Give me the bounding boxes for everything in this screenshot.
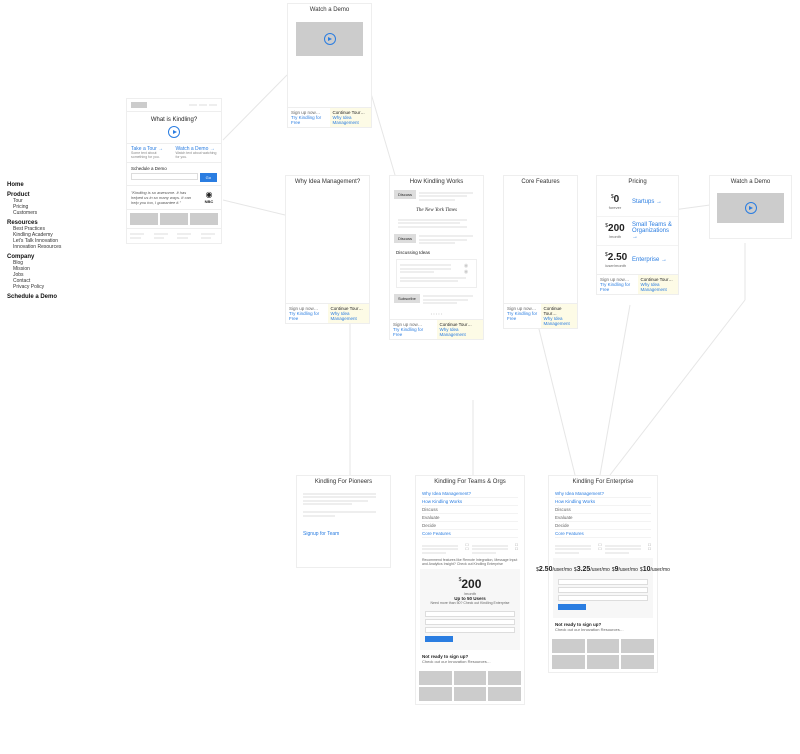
item-discuss: Discuss xyxy=(422,506,518,514)
signup-input[interactable] xyxy=(558,595,648,601)
not-ready-sub: Check out our Innovation Resources… xyxy=(422,659,518,664)
page-enterprise: Kindling For Enterprise Why Idea Managem… xyxy=(548,475,658,673)
resource-thumbs xyxy=(549,636,657,672)
tier1-price: 2.50 xyxy=(539,566,553,573)
enterprise-title: Kindling For Enterprise xyxy=(549,476,657,488)
play-icon[interactable] xyxy=(168,126,180,138)
page-how: How Kindling Works Discuss The New York … xyxy=(389,175,484,340)
page-watch-demo-right: Watch a Demo xyxy=(709,175,792,239)
link-why[interactable]: Why Idea Management? xyxy=(555,490,651,498)
page-home: What is Kindling? Take a Tour Some text … xyxy=(126,98,222,244)
discuss-chip-2: Discuss xyxy=(394,234,416,243)
why-title: Why Idea Management? xyxy=(286,176,369,188)
link-core[interactable]: Core Features xyxy=(555,530,651,538)
demo-video-placeholder[interactable] xyxy=(296,22,363,56)
try-free-link[interactable]: Try Kindling for Free xyxy=(393,327,434,337)
try-free-link[interactable]: Try Kindling for Free xyxy=(289,311,325,321)
item-decide: Decide xyxy=(555,522,651,530)
page-pricing: Pricing $0forever Startups $200/month Sm… xyxy=(596,175,679,295)
nav-home[interactable]: Home xyxy=(7,182,102,188)
try-free-link[interactable]: Try Kindling for Free xyxy=(291,115,327,125)
testimonial-attr: NBC xyxy=(201,199,217,204)
watch-demo-sub: Watch text about watching for you. xyxy=(176,152,218,160)
price-0: 0 xyxy=(614,194,620,205)
nav-customers[interactable]: Customers xyxy=(13,210,102,216)
sitemap-nav: Home Product Tour Pricing Customers Reso… xyxy=(7,178,102,300)
tier4-price: 10 xyxy=(643,566,651,573)
why-link[interactable]: Why Idea Management xyxy=(641,282,676,292)
signup-input[interactable] xyxy=(425,611,515,617)
page-teams-orgs: Kindling For Teams & Orgs Why Idea Manag… xyxy=(415,475,525,705)
signup-team-link[interactable]: Signup for Team xyxy=(303,531,339,537)
why-link[interactable]: Why Idea Management xyxy=(333,115,369,125)
signup-input[interactable] xyxy=(425,619,515,625)
page-core-features: Core Features Sign up now…Try Kindling f… xyxy=(503,175,578,329)
pricing-title: Pricing xyxy=(597,176,678,188)
signup-button[interactable] xyxy=(558,604,586,610)
play-icon xyxy=(745,202,757,214)
price-250: 2.50 xyxy=(608,252,627,263)
link-core[interactable]: Core Features xyxy=(422,530,518,538)
nav-privacy[interactable]: Privacy Policy xyxy=(13,284,102,290)
signup-button[interactable] xyxy=(425,636,453,642)
signup-input[interactable] xyxy=(558,587,648,593)
page-pioneers: Kindling For Pioneers Signup for Team xyxy=(296,475,391,568)
link-why[interactable]: Why Idea Management? xyxy=(422,490,518,498)
enterprise-link[interactable]: Enterprise xyxy=(632,257,674,263)
teams-price: 200 xyxy=(461,577,481,591)
signup-input[interactable] xyxy=(425,627,515,633)
nav-innovation-resources[interactable]: Innovation Resources xyxy=(13,244,102,250)
discussing-label: Discussing Ideas xyxy=(390,248,483,257)
item-decide: Decide xyxy=(422,522,518,530)
link-how[interactable]: How Kindling Works xyxy=(555,498,651,506)
not-ready-sub: Check out our Innovation Resources… xyxy=(555,627,651,632)
pioneers-title: Kindling For Pioneers xyxy=(297,476,390,488)
logo-placeholder xyxy=(131,102,147,108)
item-discuss: Discuss xyxy=(555,506,651,514)
demo-top-footer: Sign up now…Try Kindling for Free Contin… xyxy=(288,107,371,127)
why-link[interactable]: Why Idea Management xyxy=(544,316,575,326)
press-logo: The New York Times xyxy=(390,204,483,217)
try-free-link[interactable]: Try Kindling for Free xyxy=(507,311,538,321)
schedule-input[interactable] xyxy=(131,173,198,180)
core-title: Core Features xyxy=(504,176,577,188)
page-why: Why Idea Management? Sign up now…Try Kin… xyxy=(285,175,370,324)
recommend-text: Recommend features like Remote Integrati… xyxy=(422,558,518,566)
price-200: 200 xyxy=(608,223,625,234)
testimonial-quote: "Kindling is so awesome. It has helped u… xyxy=(131,190,198,205)
link-how[interactable]: How Kindling Works xyxy=(422,498,518,506)
signup-input[interactable] xyxy=(558,579,648,585)
how-title: How Kindling Works xyxy=(390,176,483,188)
try-free-link[interactable]: Try Kindling for Free xyxy=(600,282,635,292)
nav-schedule-demo[interactable]: Schedule a Demo xyxy=(7,294,102,300)
home-heading: What is Kindling? xyxy=(132,117,216,123)
schedule-label: Schedule a Demo xyxy=(131,166,217,171)
item-evaluate: Evaluate xyxy=(422,514,518,522)
go-button[interactable]: Go xyxy=(200,173,217,182)
teams-title: Kindling For Teams & Orgs xyxy=(416,476,524,488)
subscribe-chip: Subscribe xyxy=(394,294,420,303)
demo-top-title: Watch a Demo xyxy=(288,4,371,16)
startups-link[interactable]: Startups xyxy=(632,199,674,205)
teams-link[interactable]: Small Teams & Organizations xyxy=(632,222,674,240)
teams-price-note: Need more than 50? Check out Kindling En… xyxy=(427,601,513,605)
why-link[interactable]: Why Idea Management xyxy=(331,311,367,321)
connector-lines xyxy=(0,0,800,754)
page-watch-demo-top: Watch a Demo Sign up now…Try Kindling fo… xyxy=(287,3,372,128)
play-icon xyxy=(324,33,336,45)
demo-video-placeholder[interactable] xyxy=(717,193,784,223)
tier2-price: 3.25 xyxy=(577,566,591,573)
resource-thumbs xyxy=(416,668,524,704)
item-evaluate: Evaluate xyxy=(555,514,651,522)
discuss-chip: Discuss xyxy=(394,190,416,199)
take-tour-sub: Some text about something for you. xyxy=(131,152,173,160)
demo-right-title: Watch a Demo xyxy=(710,176,791,188)
why-link[interactable]: Why Idea Management xyxy=(440,327,481,337)
